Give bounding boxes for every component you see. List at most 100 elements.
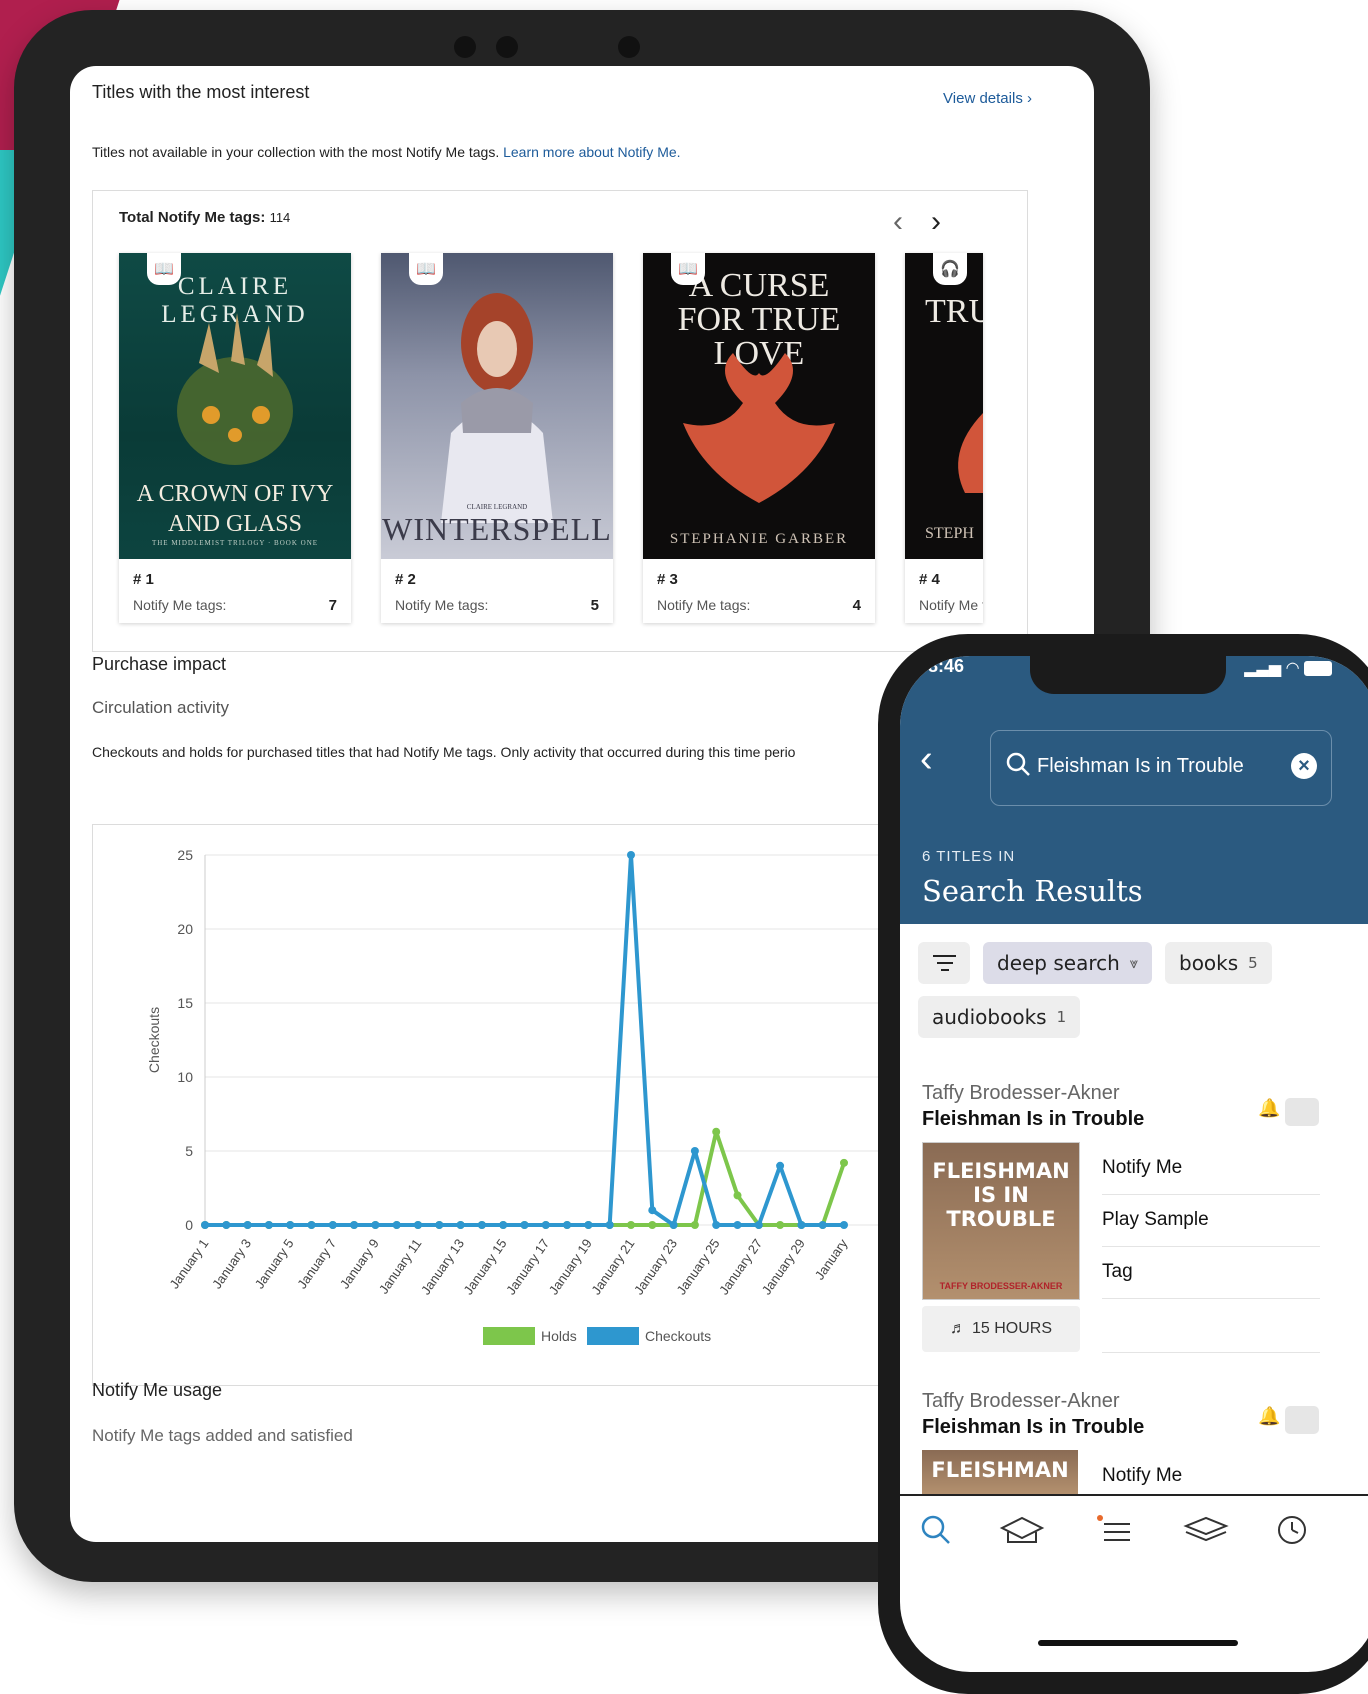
data-point xyxy=(222,1221,231,1229)
y-tick-label: 25 xyxy=(177,847,193,863)
camera-dot xyxy=(454,36,476,58)
data-point xyxy=(733,1221,742,1229)
data-point xyxy=(648,1221,657,1229)
book-rank: # 2 xyxy=(395,571,416,588)
clear-search-button[interactable]: × xyxy=(1291,753,1317,779)
x-tick-label: January 15 xyxy=(460,1236,509,1297)
data-point xyxy=(818,1221,827,1229)
data-point xyxy=(584,1221,593,1229)
result-title[interactable]: Fleishman Is in Trouble xyxy=(922,1108,1144,1131)
notify-usage-description: Notify Me tags added and satisfied xyxy=(92,1426,353,1445)
result-author[interactable]: Taffy Brodesser-Akner xyxy=(922,1082,1120,1105)
funnel-icon: ⩔ xyxy=(1129,954,1139,972)
book-card[interactable]: CLAIRE LEGRAND A CROWN OF IVY AND GLASS … xyxy=(119,253,351,623)
data-point xyxy=(754,1221,763,1229)
data-point xyxy=(371,1221,380,1229)
ebook-icon: 📖 xyxy=(671,253,705,285)
data-point xyxy=(499,1221,508,1229)
x-tick-label: January 27 xyxy=(716,1236,765,1297)
x-tick-label: January 17 xyxy=(503,1236,552,1297)
book-cover: TRU STEPH xyxy=(905,253,983,559)
filter-icon xyxy=(933,955,956,971)
series-line xyxy=(205,1129,846,1227)
tag-action[interactable]: Tag xyxy=(1102,1246,1320,1299)
carousel-prev-button[interactable]: ‹ xyxy=(893,205,903,239)
y-tick-label: 20 xyxy=(177,921,193,937)
interest-description: Titles not available in your collection … xyxy=(92,144,681,160)
x-tick-label: January 1 xyxy=(166,1236,211,1291)
book-rank: # 3 xyxy=(657,571,678,588)
data-point xyxy=(392,1221,401,1229)
book-tags-label: Notify Me tags: xyxy=(919,597,983,613)
data-point xyxy=(648,1206,657,1215)
notify-toggle[interactable]: 🔔 xyxy=(1258,1098,1319,1126)
y-tick-label: 5 xyxy=(185,1143,193,1159)
data-point xyxy=(840,1221,848,1229)
data-point xyxy=(350,1221,359,1229)
notify-usage-title: Notify Me usage xyxy=(92,1380,223,1400)
filter-chip-deep-search[interactable]: deep search ⩔ xyxy=(983,942,1153,984)
x-tick-label: January 25 xyxy=(673,1236,722,1297)
filter-chip-audiobooks[interactable]: audiobooks 1 xyxy=(918,996,1081,1038)
data-point xyxy=(307,1221,316,1229)
data-point xyxy=(669,1221,678,1229)
data-point xyxy=(328,1221,337,1229)
result-cover[interactable]: FLEISHMAN xyxy=(922,1450,1078,1494)
legend-label: Holds xyxy=(541,1328,577,1344)
library-nav-icon[interactable] xyxy=(998,1514,1046,1554)
x-tick-label: January 23 xyxy=(631,1236,680,1297)
book-cover: WINTERSPELL CLAIRE LEGRAND xyxy=(381,253,613,559)
data-point xyxy=(797,1221,806,1229)
data-point xyxy=(456,1221,465,1229)
filter-chip-books[interactable]: books 5 xyxy=(1165,942,1272,984)
data-point xyxy=(264,1221,273,1229)
ebook-icon: 📖 xyxy=(147,253,181,285)
book-card[interactable]: A CURSE FOR TRUE LOVE STEPHANIE GARBER 📖… xyxy=(643,253,875,623)
camera-dot xyxy=(618,36,640,58)
y-tick-label: 10 xyxy=(177,1069,193,1085)
notify-me-action[interactable]: Notify Me xyxy=(1102,1142,1320,1195)
data-point xyxy=(286,1221,295,1229)
data-point xyxy=(520,1221,529,1229)
book-card[interactable]: TRU STEPH 🎧 # 4 Notify Me tags: xyxy=(905,253,983,623)
wifi-icon: ◠ xyxy=(1285,660,1300,677)
result-author[interactable]: Taffy Brodesser-Akner xyxy=(922,1390,1120,1413)
book-cover: CLAIRE LEGRAND A CROWN OF IVY AND GLASS … xyxy=(119,253,351,559)
x-tick-label: January 19 xyxy=(546,1236,595,1297)
search-nav-icon[interactable] xyxy=(920,1514,952,1554)
back-button[interactable]: ‹ xyxy=(920,738,933,781)
book-tags-label: Notify Me tags: xyxy=(657,597,751,613)
book-tags-count: 5 xyxy=(590,597,599,614)
phone-header: 8:46 ▂▃▅ ◠ ‹ Fleishman Is in Trouble × 6… xyxy=(900,656,1368,924)
phone-notch xyxy=(1030,656,1226,694)
signal-icon: ▂▃▅ xyxy=(1244,660,1282,677)
x-tick-label: January xyxy=(812,1236,851,1283)
ebook-icon: 📖 xyxy=(409,253,443,285)
phone-screen: 8:46 ▂▃▅ ◠ ‹ Fleishman Is in Trouble × 6… xyxy=(900,656,1368,1672)
menu-nav-icon[interactable] xyxy=(1096,1514,1132,1554)
book-card[interactable]: WINTERSPELL CLAIRE LEGRAND 📖 # 2 Notify … xyxy=(381,253,613,623)
learn-more-link[interactable]: Learn more about Notify Me. xyxy=(503,144,680,160)
data-point xyxy=(733,1191,742,1200)
result-cover[interactable]: FLEISHMAN IS IN TROUBLE TAFFY BRODESSER-… xyxy=(922,1142,1080,1300)
shelf-nav-icon[interactable] xyxy=(1182,1514,1230,1554)
data-point xyxy=(541,1221,550,1229)
bottom-nav xyxy=(900,1494,1368,1566)
phone-device: 8:46 ▂▃▅ ◠ ‹ Fleishman Is in Trouble × 6… xyxy=(878,634,1368,1694)
titles-carousel: Total Notify Me tags: 114 ‹ › CLAIRE LEG… xyxy=(92,190,1028,652)
search-input[interactable]: Fleishman Is in Trouble × xyxy=(990,730,1332,806)
carousel-next-button[interactable]: › xyxy=(931,205,941,239)
legend-swatch xyxy=(587,1327,639,1345)
filter-menu-button[interactable] xyxy=(918,942,970,984)
data-point xyxy=(840,1158,848,1167)
notify-toggle[interactable]: 🔔 xyxy=(1258,1406,1319,1434)
clock-nav-icon[interactable] xyxy=(1276,1514,1308,1554)
data-point xyxy=(690,1221,699,1229)
view-details-link[interactable]: View details › xyxy=(943,90,1032,107)
headphones-icon: ♬ xyxy=(949,1320,966,1337)
data-point xyxy=(201,1221,209,1229)
play-sample-action[interactable]: Play Sample xyxy=(1102,1194,1320,1247)
circulation-description: Checkouts and holds for purchased titles… xyxy=(92,744,796,760)
result-title[interactable]: Fleishman Is in Trouble xyxy=(922,1416,1144,1439)
data-point xyxy=(243,1221,252,1229)
